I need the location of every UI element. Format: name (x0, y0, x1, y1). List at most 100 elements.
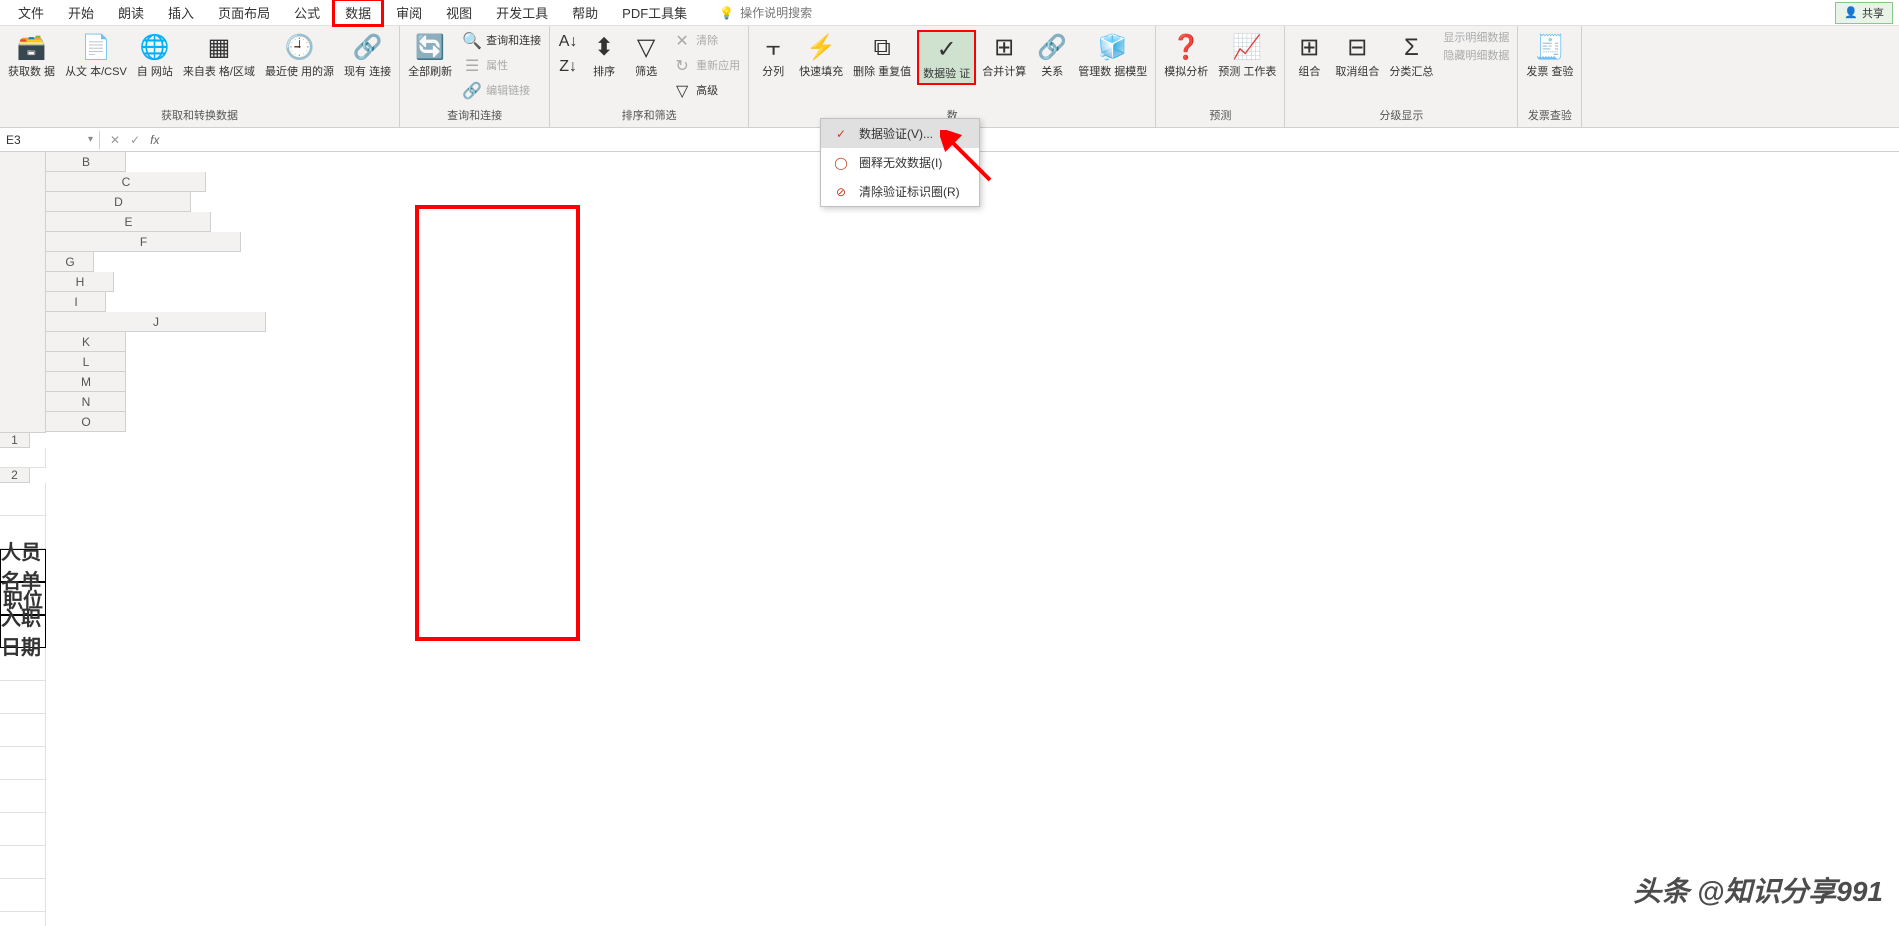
btn-refresh-all[interactable]: 🔄全部刷新 (404, 30, 456, 81)
btn-hide-detail: 隐藏明细数据 (1439, 48, 1513, 65)
btn-whatif[interactable]: ❓模拟分析 (1160, 30, 1212, 81)
clear-circle-icon: ⊘ (833, 184, 849, 200)
share-icon: 👤 (1844, 6, 1858, 19)
group-data-tools: ⫟分列 ⚡快速填充 ⧉删除 重复值 ✓数据验 证 ⊞合并计算 🔗关系 🧊管理数 … (749, 26, 1156, 127)
col-header[interactable]: F (46, 232, 241, 252)
btn-advanced[interactable]: ▽高级 (668, 80, 744, 104)
confirm-icon[interactable]: ✓ (130, 133, 140, 147)
table-header[interactable]: 人员名单 (0, 549, 46, 582)
btn-subtotal[interactable]: Σ分类汇总 (1385, 30, 1437, 81)
invoice-icon: 🧾 (1534, 32, 1566, 64)
col-header[interactable]: B (46, 152, 126, 172)
col-header[interactable]: J (46, 312, 266, 332)
tab-help[interactable]: 帮助 (560, 0, 610, 26)
menu-clear-circles[interactable]: ⊘ 清除验证标识圈(R) (821, 177, 979, 206)
split-icon: ⫟ (757, 32, 789, 64)
csv-icon: 📄 (80, 32, 112, 64)
data-validation-dropdown: ✓ 数据验证(V)... ◯ 圈释无效数据(I) ⊘ 清除验证标识圈(R) (820, 118, 980, 207)
tab-data[interactable]: 数据 (332, 0, 384, 27)
btn-data-model[interactable]: 🧊管理数 据模型 (1074, 30, 1151, 81)
group-outline: ⊞组合 ⊟取消组合 Σ分类汇总 显示明细数据 隐藏明细数据 分级显示 (1285, 26, 1518, 127)
group-invoice: 🧾发票 查验 发票查验 (1518, 26, 1582, 127)
col-header[interactable]: I (46, 292, 106, 312)
web-icon: 🌐 (139, 32, 171, 64)
btn-from-csv[interactable]: 📄从文 本/CSV (61, 30, 131, 81)
circle-icon: ◯ (833, 155, 849, 171)
btn-properties: ☰属性 (458, 55, 545, 79)
spreadsheet-grid[interactable]: B C D E F G H I J K L M N O 1 2 人员名单 职位 … (0, 152, 1899, 926)
tell-me-search[interactable]: 💡 操作说明搜索 (719, 4, 812, 21)
tab-read[interactable]: 朗读 (106, 0, 156, 26)
col-header[interactable]: N (46, 392, 126, 412)
btn-sort-za[interactable]: Z↓ (554, 55, 582, 79)
col-header[interactable]: M (46, 372, 126, 392)
tab-formula[interactable]: 公式 (282, 0, 332, 26)
forecast-icon: 📈 (1231, 32, 1263, 64)
share-button[interactable]: 👤 共享 (1835, 2, 1893, 24)
edit-link-icon: 🔗 (462, 82, 482, 102)
row-header[interactable]: 2 (0, 468, 30, 483)
model-icon: 🧊 (1097, 32, 1129, 64)
annotation-box (415, 205, 580, 641)
btn-from-web[interactable]: 🌐自 网站 (133, 30, 177, 81)
btn-group[interactable]: ⊞组合 (1289, 30, 1329, 81)
btn-relationships[interactable]: 🔗关系 (1032, 30, 1072, 81)
formula-input[interactable] (169, 138, 1899, 142)
table-header[interactable]: 入职日期 (0, 615, 46, 648)
ribbon: 🗃️获取数 据 📄从文 本/CSV 🌐自 网站 ▦来自表 格/区域 🕘最近使 用… (0, 26, 1899, 128)
btn-get-data[interactable]: 🗃️获取数 据 (4, 30, 59, 81)
table-icon: ▦ (203, 32, 235, 64)
btn-existing-conn[interactable]: 🔗现有 连接 (340, 30, 395, 81)
btn-from-table[interactable]: ▦来自表 格/区域 (179, 30, 259, 81)
btn-data-validation[interactable]: ✓数据验 证 (917, 30, 976, 85)
ungroup-icon: ⊟ (1341, 32, 1373, 64)
tab-home[interactable]: 开始 (56, 0, 106, 26)
col-header[interactable]: C (46, 172, 206, 192)
tab-view[interactable]: 视图 (434, 0, 484, 26)
get-data-icon: 🗃️ (16, 32, 48, 64)
col-header[interactable]: E (46, 212, 211, 232)
col-header[interactable]: G (46, 252, 94, 272)
menu-circle-invalid[interactable]: ◯ 圈释无效数据(I) (821, 148, 979, 177)
qc-icon: 🔍 (462, 32, 482, 52)
flash-icon: ⚡ (805, 32, 837, 64)
btn-reapply: ↻重新应用 (668, 55, 744, 79)
filter-icon: ▽ (630, 32, 662, 64)
btn-filter[interactable]: ▽筛选 (626, 30, 666, 81)
btn-forecast[interactable]: 📈预测 工作表 (1214, 30, 1280, 81)
btn-recent-sources[interactable]: 🕘最近使 用的源 (261, 30, 338, 81)
tab-insert[interactable]: 插入 (156, 0, 206, 26)
btn-sort-az[interactable]: A↓ (554, 30, 582, 54)
fx-icon[interactable]: fx (150, 133, 159, 147)
whatif-icon: ❓ (1170, 32, 1202, 64)
btn-consolidate[interactable]: ⊞合并计算 (978, 30, 1030, 81)
btn-flash-fill[interactable]: ⚡快速填充 (795, 30, 847, 81)
col-header[interactable]: K (46, 332, 126, 352)
sort-az-icon: A↓ (558, 32, 578, 52)
tab-dev[interactable]: 开发工具 (484, 0, 560, 26)
btn-clear-filter: ✕清除 (668, 30, 744, 54)
conn-icon: 🔗 (352, 32, 384, 64)
btn-ungroup[interactable]: ⊟取消组合 (1331, 30, 1383, 81)
select-all-corner[interactable] (0, 152, 46, 432)
row-header[interactable]: 1 (0, 433, 30, 448)
tab-pdf[interactable]: PDF工具集 (610, 0, 699, 26)
btn-sort[interactable]: ⬍排序 (584, 30, 624, 81)
name-box[interactable]: E3 ▾ (0, 131, 100, 149)
btn-text-to-col[interactable]: ⫟分列 (753, 30, 793, 81)
group-get-transform: 🗃️获取数 据 📄从文 本/CSV 🌐自 网站 ▦来自表 格/区域 🕘最近使 用… (0, 26, 400, 127)
col-header[interactable]: L (46, 352, 126, 372)
cancel-icon[interactable]: ✕ (110, 133, 120, 147)
tab-review[interactable]: 审阅 (384, 0, 434, 26)
col-header[interactable]: O (46, 412, 126, 432)
watermark: 头条 @知识分享991 (1633, 870, 1883, 910)
btn-invoice[interactable]: 🧾发票 查验 (1522, 30, 1577, 81)
col-header[interactable]: H (46, 272, 114, 292)
btn-queries-conn[interactable]: 🔍查询和连接 (458, 30, 545, 54)
col-header[interactable]: D (46, 192, 191, 212)
refresh-icon: 🔄 (414, 32, 446, 64)
btn-remove-dup[interactable]: ⧉删除 重复值 (849, 30, 915, 81)
tab-file[interactable]: 文件 (6, 0, 56, 26)
menu-data-validation[interactable]: ✓ 数据验证(V)... (821, 119, 979, 148)
tab-layout[interactable]: 页面布局 (206, 0, 282, 26)
